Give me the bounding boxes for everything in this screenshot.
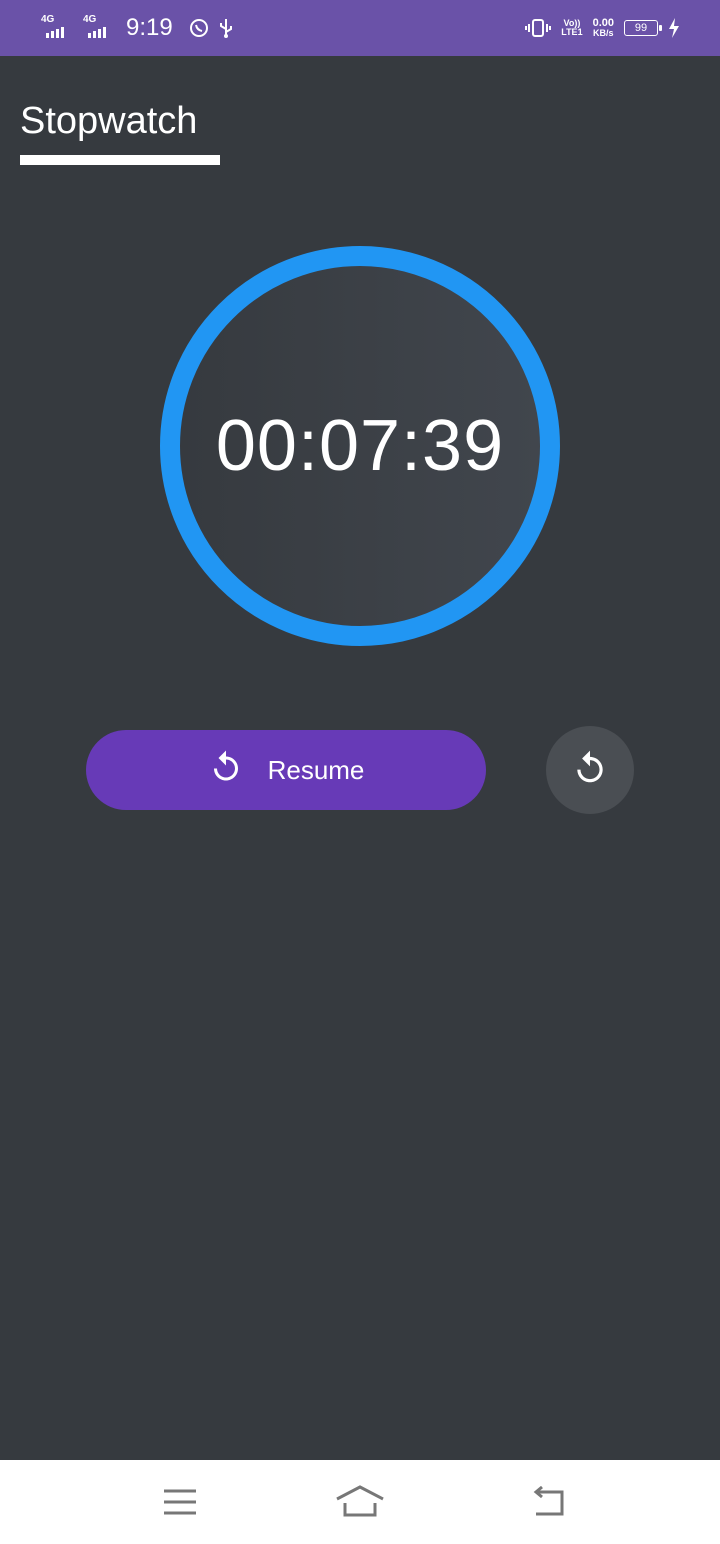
tab-indicator <box>20 155 220 165</box>
usb-icon <box>217 17 235 39</box>
network-1-label: 4G <box>41 14 55 25</box>
lte-label: LTE1 <box>561 27 583 37</box>
charging-icon <box>668 18 680 38</box>
network-speed: 0.00 KB/s <box>593 18 614 38</box>
signal-icon <box>46 27 64 38</box>
signal-icon <box>88 27 106 38</box>
restart-icon <box>208 749 244 792</box>
tab-stopwatch[interactable]: Stopwatch <box>20 100 197 143</box>
clock: 9:19 <box>126 14 173 41</box>
home-button[interactable] <box>330 1476 390 1528</box>
network-2: 4G <box>82 15 116 41</box>
elapsed-time: 00:07:39 <box>215 406 505 486</box>
battery-icon: 99 <box>624 20 662 36</box>
menu-icon <box>164 1489 196 1515</box>
back-button[interactable] <box>518 1476 578 1528</box>
speed-unit: KB/s <box>593 28 614 38</box>
volte-indicator: Vo)) LTE1 <box>561 19 582 37</box>
home-icon <box>336 1485 384 1517</box>
network-1: 4G <box>40 15 74 41</box>
stopwatch-dial: 00:07:39 <box>160 246 560 646</box>
back-icon <box>533 1486 564 1516</box>
resume-label: Resume <box>267 754 365 785</box>
resume-button[interactable]: Resume <box>86 730 486 810</box>
status-left: 4G 4G 9:19 <box>40 0 235 56</box>
battery-level: 99 <box>634 22 648 34</box>
vibrate-icon <box>525 18 552 38</box>
status-bar: 4G 4G 9:19 Vo)) LTE1 0.00 KB/s 99 <box>0 0 720 56</box>
whatsapp-icon <box>189 18 209 38</box>
navigation-bar <box>0 1460 720 1544</box>
status-right: Vo)) LTE1 0.00 KB/s 99 <box>525 0 680 56</box>
reset-icon <box>571 749 609 792</box>
reset-button[interactable] <box>546 726 634 814</box>
network-2-label: 4G <box>83 14 97 25</box>
menu-button[interactable] <box>150 1476 210 1528</box>
